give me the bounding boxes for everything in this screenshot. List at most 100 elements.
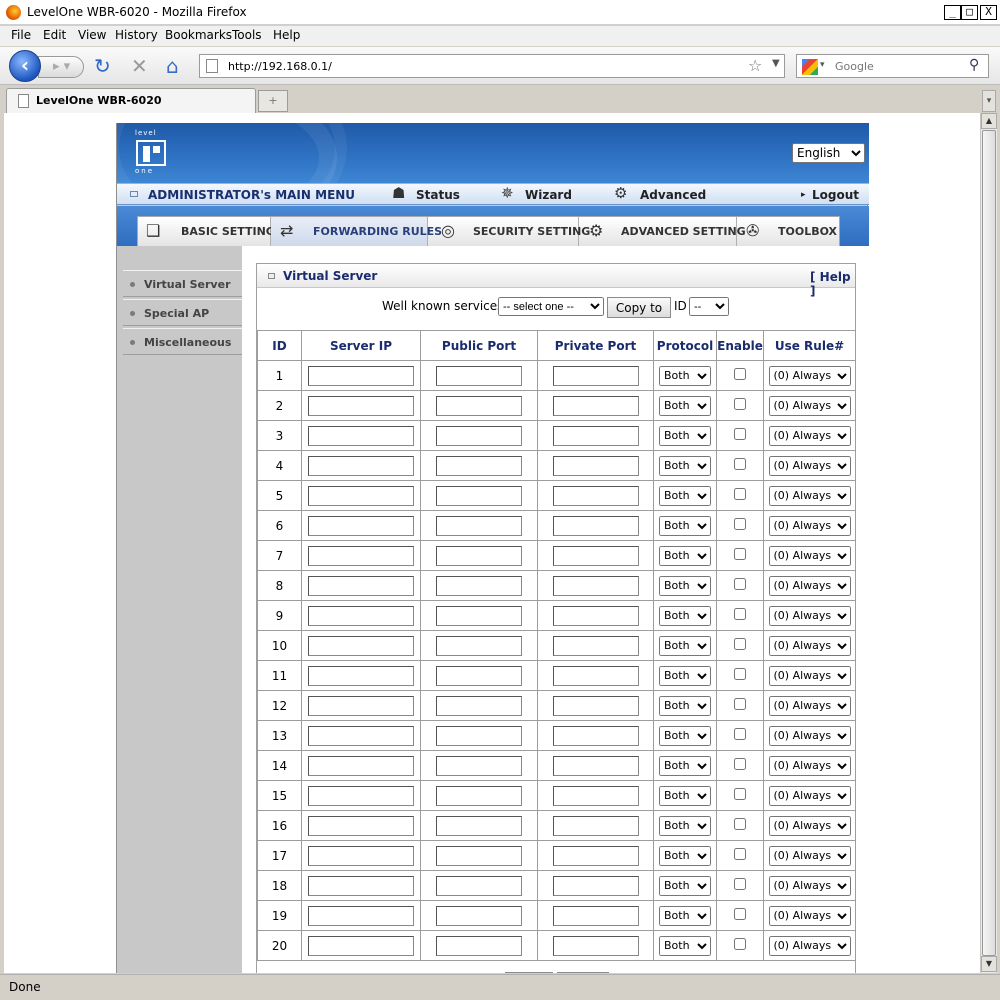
sidebar-item-special-ap[interactable]: Special AP [123, 299, 242, 326]
protocol-select[interactable]: Both [659, 875, 711, 896]
use-rule-select[interactable]: (0) Always [768, 545, 851, 566]
public-port-input[interactable] [436, 755, 522, 776]
enable-checkbox[interactable] [734, 398, 746, 410]
main-menu-advanced[interactable]: Advanced [640, 188, 706, 202]
search-input[interactable] [833, 58, 963, 75]
scroll-down-icon[interactable]: ▼ [981, 956, 997, 972]
public-port-input[interactable] [436, 665, 522, 686]
private-port-input[interactable] [552, 635, 639, 656]
use-rule-select[interactable]: (0) Always [768, 635, 851, 656]
menu-help[interactable]: Help [273, 28, 300, 42]
public-port-input[interactable] [436, 875, 522, 896]
server-ip-input[interactable] [308, 815, 414, 836]
use-rule-select[interactable]: (0) Always [768, 515, 851, 536]
private-port-input[interactable] [552, 425, 639, 446]
enable-checkbox[interactable] [734, 788, 746, 800]
menu-bookmarks[interactable]: Bookmarks [165, 28, 232, 42]
protocol-select[interactable]: Both [659, 575, 711, 596]
enable-checkbox[interactable] [734, 488, 746, 500]
enable-checkbox[interactable] [734, 938, 746, 950]
enable-checkbox[interactable] [734, 848, 746, 860]
protocol-select[interactable]: Both [659, 455, 711, 476]
chevron-down-icon[interactable]: ▾ [820, 60, 825, 70]
use-rule-select[interactable]: (0) Always [768, 605, 851, 626]
protocol-select[interactable]: Both [659, 545, 711, 566]
server-ip-input[interactable] [308, 725, 414, 746]
private-port-input[interactable] [552, 785, 639, 806]
protocol-select[interactable]: Both [659, 755, 711, 776]
protocol-select[interactable]: Both [659, 515, 711, 536]
sidebar-item-virtual-server[interactable]: Virtual Server [123, 270, 242, 297]
tab-forwarding-rules[interactable]: ⇄ FORWARDING RULES [271, 217, 442, 246]
public-port-input[interactable] [436, 695, 522, 716]
private-port-input[interactable] [552, 605, 639, 626]
enable-checkbox[interactable] [734, 458, 746, 470]
menu-tools[interactable]: Tools [232, 28, 262, 42]
use-rule-select[interactable]: (0) Always [768, 785, 851, 806]
server-ip-input[interactable] [308, 485, 414, 506]
protocol-select[interactable]: Both [659, 725, 711, 746]
star-icon[interactable]: ☆ [748, 56, 762, 75]
public-port-input[interactable] [436, 485, 522, 506]
private-port-input[interactable] [552, 755, 639, 776]
server-ip-input[interactable] [308, 605, 414, 626]
server-ip-input[interactable] [308, 755, 414, 776]
save-button[interactable] [505, 972, 553, 973]
main-menu-status[interactable]: Status [416, 188, 460, 202]
use-rule-select[interactable]: (0) Always [768, 725, 851, 746]
public-port-input[interactable] [436, 725, 522, 746]
menu-view[interactable]: View [78, 28, 106, 42]
server-ip-input[interactable] [308, 575, 414, 596]
enable-checkbox[interactable] [734, 638, 746, 650]
scrollbar-thumb[interactable] [982, 130, 996, 956]
use-rule-select[interactable]: (0) Always [768, 755, 851, 776]
public-port-input[interactable] [436, 785, 522, 806]
use-rule-select[interactable]: (0) Always [768, 875, 851, 896]
protocol-select[interactable]: Both [659, 845, 711, 866]
public-port-input[interactable] [436, 905, 522, 926]
server-ip-input[interactable] [308, 365, 414, 386]
use-rule-select[interactable]: (0) Always [768, 815, 851, 836]
stop-icon[interactable]: ✕ [131, 55, 148, 77]
tab-levelone[interactable]: LevelOne WBR-6020 [6, 88, 256, 113]
use-rule-select[interactable]: (0) Always [768, 485, 851, 506]
server-ip-input[interactable] [308, 395, 414, 416]
back-arrow-icon[interactable]: ‹ [9, 50, 41, 82]
protocol-select[interactable]: Both [659, 605, 711, 626]
public-port-input[interactable] [436, 515, 522, 536]
wizard-icon[interactable]: ✵ [501, 184, 514, 202]
protocol-select[interactable]: Both [659, 665, 711, 686]
private-port-input[interactable] [552, 365, 639, 386]
enable-checkbox[interactable] [734, 698, 746, 710]
tab-security-setting[interactable]: ◎ SECURITY SETTING [428, 217, 590, 246]
private-port-input[interactable] [552, 455, 639, 476]
close-button[interactable]: X [980, 5, 997, 20]
private-port-input[interactable] [552, 575, 639, 596]
magnifier-icon[interactable]: ⚲ [969, 57, 979, 73]
server-ip-input[interactable] [308, 545, 414, 566]
use-rule-select[interactable]: (0) Always [768, 845, 851, 866]
server-ip-input[interactable] [308, 665, 414, 686]
enable-checkbox[interactable] [734, 908, 746, 920]
protocol-select[interactable]: Both [659, 395, 711, 416]
enable-checkbox[interactable] [734, 728, 746, 740]
enable-checkbox[interactable] [734, 368, 746, 380]
enable-checkbox[interactable] [734, 548, 746, 560]
public-port-input[interactable] [436, 365, 522, 386]
private-port-input[interactable] [552, 905, 639, 926]
public-port-input[interactable] [436, 575, 522, 596]
minimize-button[interactable]: _ [944, 5, 961, 20]
server-ip-input[interactable] [308, 935, 414, 956]
public-port-input[interactable] [436, 815, 522, 836]
google-icon[interactable] [802, 59, 818, 75]
public-port-input[interactable] [436, 935, 522, 956]
server-ip-input[interactable] [308, 845, 414, 866]
server-ip-input[interactable] [308, 515, 414, 536]
menu-history[interactable]: History [115, 28, 158, 42]
enable-checkbox[interactable] [734, 758, 746, 770]
public-port-input[interactable] [436, 455, 522, 476]
use-rule-select[interactable]: (0) Always [768, 365, 851, 386]
protocol-select[interactable]: Both [659, 365, 711, 386]
server-ip-input[interactable] [308, 425, 414, 446]
protocol-select[interactable]: Both [659, 905, 711, 926]
